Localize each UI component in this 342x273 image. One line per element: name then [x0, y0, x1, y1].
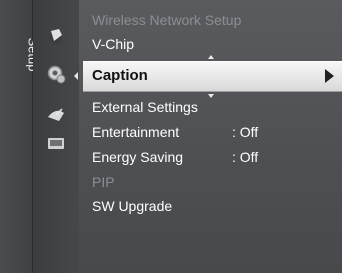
- picture-icon[interactable]: [45, 25, 67, 47]
- menu-item-external-settings[interactable]: External Settings: [92, 99, 198, 115]
- tv-setup-screen: Setup Wireless Network Setup V-Chip Capt…: [0, 0, 342, 273]
- menu-item-pip: PIP: [92, 174, 115, 190]
- scroll-up-indicator-icon: [208, 55, 214, 59]
- entertainment-value: : Off: [232, 124, 259, 140]
- setup-side-tab[interactable]: Setup: [0, 0, 40, 273]
- menu-item-sw-upgrade[interactable]: SW Upgrade: [92, 198, 172, 214]
- setup-menu-panel: Wireless Network Setup V-Chip Caption Ex…: [79, 0, 342, 273]
- menu-item-entertainment[interactable]: Entertainment: [92, 124, 179, 140]
- satellite-dish-icon[interactable]: [45, 103, 67, 125]
- menu-item-wireless-network-setup: Wireless Network Setup: [92, 12, 242, 28]
- scroll-down-indicator-icon: [208, 94, 214, 98]
- menu-item-energy-saving[interactable]: Energy Saving: [92, 149, 183, 165]
- input-icon[interactable]: [45, 133, 67, 155]
- category-icon-column: [33, 0, 79, 273]
- menu-item-caption-selected[interactable]: Caption: [83, 61, 342, 92]
- selected-item-label: Caption: [92, 67, 148, 84]
- menu-item-v-chip[interactable]: V-Chip: [92, 36, 134, 52]
- submenu-arrow-icon: [325, 69, 334, 83]
- setup-gear-icon[interactable]: [45, 63, 67, 85]
- energy-saving-value: : Off: [232, 149, 259, 165]
- active-category-pointer-icon: [74, 72, 78, 80]
